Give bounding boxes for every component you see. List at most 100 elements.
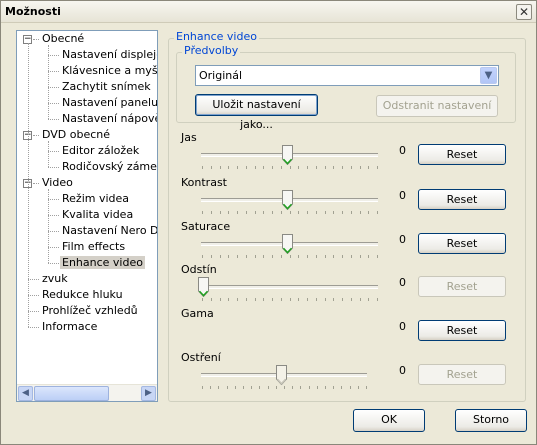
remove-preset-button[interactable]: Odstranit nastavení: [376, 95, 498, 117]
scroll-left-icon[interactable]: ◀: [18, 386, 33, 401]
slider-tick: [333, 166, 334, 169]
slider-tick: [333, 298, 334, 301]
tree-item-label: Informace: [42, 320, 98, 333]
slider-tick: [292, 386, 293, 389]
slider-tick: [377, 166, 378, 169]
ok-button[interactable]: OK: [353, 409, 425, 432]
reset-button[interactable]: Reset: [418, 320, 506, 341]
slider-tick: [368, 211, 369, 214]
tree-item[interactable]: Kvalita videa: [60, 207, 135, 223]
tree-item[interactable]: Obecné: [40, 31, 86, 47]
reset-button[interactable]: Reset: [418, 364, 506, 385]
slider-tick: [263, 255, 264, 258]
slider-thumb[interactable]: [198, 277, 209, 298]
preset-select[interactable]: Originál ▼: [195, 65, 499, 86]
tree-connector: [48, 141, 49, 167]
tree-horizontal-scrollbar[interactable]: ◀ ▶: [17, 384, 157, 401]
tree-item[interactable]: Zachytit snímek: [60, 79, 153, 95]
slider-tick: [307, 211, 308, 214]
slider-tick: [218, 386, 219, 389]
slider-tick: [360, 211, 361, 214]
slider-tick: [255, 211, 256, 214]
slider-thumb[interactable]: [282, 145, 293, 166]
tree-item-label: Nastavení Nero Digit: [62, 224, 157, 237]
slider-tick: [325, 386, 326, 389]
title-bar: Možnosti ✕: [1, 1, 536, 23]
tree-connector: [48, 103, 59, 104]
slider-track[interactable]: [201, 285, 378, 289]
slider-tick: [317, 386, 318, 389]
tree-connector: [28, 295, 39, 296]
tree-item-label: Rodičovský zámek: [62, 160, 157, 173]
tree-item[interactable]: DVD obecné: [40, 127, 112, 143]
tree-item[interactable]: zvuk: [40, 271, 70, 287]
slider-tick: [284, 386, 285, 389]
options-dialog: Možnosti ✕ Obecné − Nastavení displeje Kláv…: [0, 0, 537, 445]
slider-tick: [368, 298, 369, 301]
slider-tick: [298, 298, 299, 301]
save-preset-button[interactable]: Uložit nastavení jako...: [195, 94, 318, 131]
tree-item[interactable]: Redukce hluku: [40, 287, 125, 303]
tree-item[interactable]: Nastavení displeje: [60, 47, 157, 63]
reset-button[interactable]: Reset: [418, 144, 506, 165]
slider-tick: [333, 386, 334, 389]
tree-item[interactable]: Editor záložek: [60, 143, 141, 159]
slider-tick: [246, 166, 247, 169]
tree-item[interactable]: Informace: [40, 319, 99, 335]
slider-tick: [351, 211, 352, 214]
slider-tick: [272, 211, 273, 214]
tree-item-label: Klávesnice a myš: [62, 64, 157, 77]
scroll-right-icon[interactable]: ▶: [141, 386, 156, 401]
slider-thumb[interactable]: [276, 365, 287, 386]
tree-item[interactable]: Video: [40, 175, 75, 191]
reset-button[interactable]: Reset: [418, 189, 506, 210]
tree-item[interactable]: Prohlížeč vzhledů: [40, 303, 140, 319]
category-tree[interactable]: Obecné − Nastavení displeje Klávesnice a my…: [16, 30, 158, 402]
close-icon[interactable]: ✕: [516, 4, 532, 20]
tree-connector: [48, 189, 49, 263]
reset-button[interactable]: Reset: [418, 233, 506, 254]
slider-tick: [298, 255, 299, 258]
tree-item-label: Redukce hluku: [42, 288, 123, 301]
tree-connector: [33, 135, 39, 136]
tree-item[interactable]: Enhance video: [60, 255, 145, 271]
slider-tick: [360, 255, 361, 258]
slider-tick: [272, 166, 273, 169]
reset-button[interactable]: Reset: [418, 276, 506, 297]
tree-connector: [28, 43, 29, 327]
tree-item[interactable]: Klávesnice a myš: [60, 63, 157, 79]
slider-tick: [290, 255, 291, 258]
slider-tick: [325, 166, 326, 169]
slider-value: 0: [399, 276, 406, 289]
slider-tick: [220, 211, 221, 214]
tree-item-label: Nastavení panelu ná: [62, 96, 157, 109]
slider-tick: [300, 386, 301, 389]
tree-item-label: Film effects: [62, 240, 126, 253]
cancel-button[interactable]: Storno: [455, 409, 527, 432]
tree-item[interactable]: Rodičovský zámek: [60, 159, 157, 175]
slider-tick: [368, 166, 369, 169]
tree-item-label: Enhance video: [60, 256, 145, 269]
scrollbar-thumb[interactable]: [34, 386, 109, 401]
slider-tick: [202, 386, 203, 389]
tree-item[interactable]: Režim videa: [60, 191, 131, 207]
slider-tick: [255, 255, 256, 258]
slider-tick: [377, 211, 378, 214]
slider-label: Gama: [181, 307, 214, 320]
slider-tick: [281, 166, 282, 169]
tree-connector: [48, 151, 59, 152]
slider-value: 0: [399, 364, 406, 377]
slider-label: Odstín: [181, 263, 217, 276]
tree-connector: [28, 327, 39, 328]
slider-thumb[interactable]: [282, 190, 293, 211]
slider-tick: [220, 166, 221, 169]
chevron-down-icon[interactable]: ▼: [480, 67, 497, 84]
slider-thumb[interactable]: [282, 234, 293, 255]
slider-tick: [333, 211, 334, 214]
slider-tick: [211, 298, 212, 301]
tree-item[interactable]: Nastavení Nero Digit: [60, 223, 157, 239]
tree-item[interactable]: Nastavení nápovědy: [60, 111, 157, 127]
tree-item[interactable]: Film effects: [60, 239, 127, 255]
tree-item[interactable]: Nastavení panelu ná: [60, 95, 157, 111]
slider-tick: [360, 298, 361, 301]
